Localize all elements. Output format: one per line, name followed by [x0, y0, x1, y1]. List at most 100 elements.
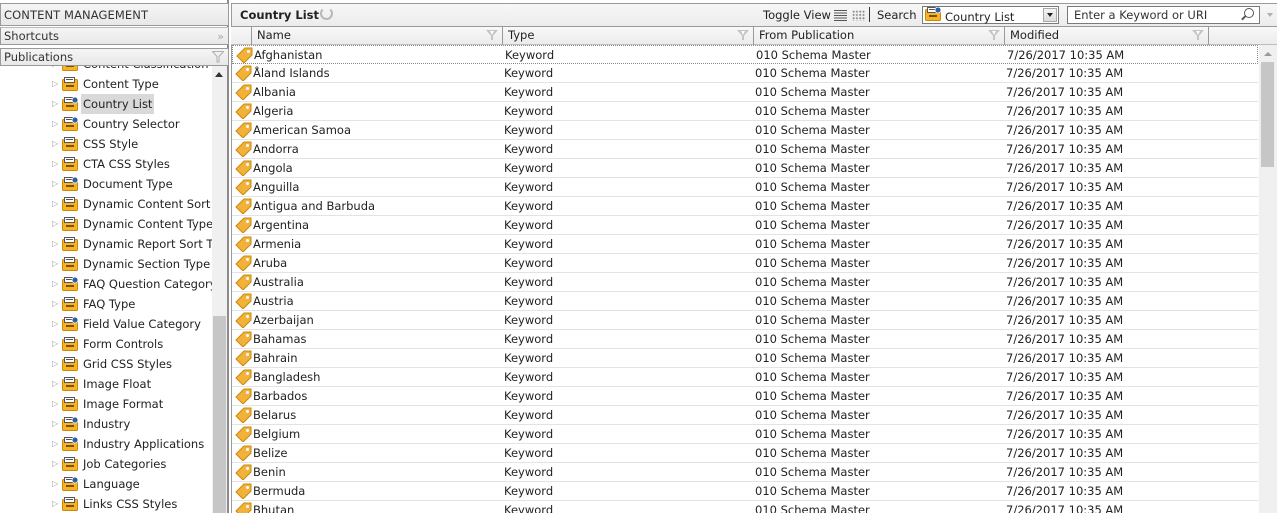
expand-arrow-icon[interactable]: ▷ — [52, 394, 62, 414]
tree-item[interactable]: ▷ Country List — [52, 94, 155, 114]
table-row[interactable]: Andorra Keyword 010 Schema Master 7/26/2017… — [232, 140, 1258, 159]
tree-item[interactable]: ▷ Language — [52, 474, 142, 494]
scroll-up-arrow-icon[interactable] — [1264, 52, 1272, 56]
refresh-icon[interactable] — [320, 7, 333, 20]
tree-item[interactable]: ▷ Links CSS Styles — [52, 494, 179, 513]
table-row[interactable]: Anguilla Keyword 010 Schema Master 7/26/201… — [232, 178, 1258, 197]
table-row[interactable]: Armenia Keyword 010 Schema Master 7/26/2017… — [232, 235, 1258, 254]
expand-arrow-icon[interactable]: ▷ — [52, 354, 62, 374]
tree-item[interactable]: ▷ CSS Style — [52, 134, 140, 154]
filter-icon[interactable] — [211, 51, 225, 63]
search-options-chevron-icon[interactable] — [1267, 13, 1273, 17]
scrollbar-thumb[interactable] — [213, 316, 226, 513]
expand-arrow-icon[interactable]: ▷ — [52, 74, 62, 94]
tree-item[interactable]: ▷ Dynamic Content Type — [52, 214, 212, 234]
chevron-down-icon[interactable] — [1043, 8, 1057, 22]
expand-arrow-icon[interactable]: ▷ — [52, 154, 62, 174]
expand-arrow-icon[interactable]: ▷ — [52, 474, 62, 494]
filter-icon[interactable] — [1192, 30, 1204, 41]
tree-item[interactable]: ▷ Form Controls — [52, 334, 165, 354]
table-row[interactable]: Angola Keyword 010 Schema Master 7/26/2017 … — [232, 159, 1258, 178]
expand-arrow-icon[interactable]: ▷ — [52, 94, 62, 114]
tree-item[interactable]: ▷ Industry — [52, 414, 132, 434]
table-row[interactable]: Belgium Keyword 010 Schema Master 7/26/2017… — [232, 425, 1258, 444]
list-view-icon[interactable] — [834, 10, 847, 21]
table-row[interactable]: Åland Islands Keyword 010 Schema Master 7/2… — [232, 64, 1258, 83]
grid-view-icon[interactable] — [852, 10, 865, 21]
scrollbar-thumb[interactable] — [1261, 62, 1274, 167]
table-row[interactable]: Bahrain Keyword 010 Schema Master 7/26/2017… — [232, 349, 1258, 368]
table-row[interactable]: Australia Keyword 010 Schema Master 7/26/20… — [232, 273, 1258, 292]
table-row[interactable]: Benin Keyword 010 Schema Master 7/26/2017 1… — [232, 463, 1258, 482]
scroll-up-arrow-icon[interactable] — [215, 72, 223, 77]
tree-item[interactable]: ▷ CTA CSS Styles — [52, 154, 172, 174]
table-row[interactable]: Azerbaijan Keyword 010 Schema Master 7/26/2… — [232, 311, 1258, 330]
expand-arrow-icon[interactable]: ▷ — [52, 294, 62, 314]
tree-scrollbar[interactable] — [212, 66, 227, 513]
search-input[interactable] — [1068, 7, 1238, 23]
shortcuts-header[interactable]: Shortcuts » — [0, 27, 229, 45]
tree-item[interactable]: ▷ Image Float — [52, 374, 153, 394]
expand-arrow-icon[interactable]: ▷ — [52, 214, 62, 234]
expand-arrow-icon[interactable]: ▷ — [52, 334, 62, 354]
tree-item[interactable]: ▷ Field Value Category — [52, 314, 203, 334]
tree-item[interactable]: ▷ Grid CSS Styles — [52, 354, 174, 374]
double-chevron-down-icon[interactable]: » — [217, 28, 224, 45]
table-row[interactable]: Bangladesh Keyword 010 Schema Master 7/26/2… — [232, 368, 1258, 387]
expand-arrow-icon[interactable]: ▷ — [52, 174, 62, 194]
table-row[interactable]: Belize Keyword 010 Schema Master 7/26/2017 … — [232, 444, 1258, 463]
tree-item[interactable]: ▷ Content Classification — [52, 66, 210, 74]
expand-arrow-icon[interactable]: ▷ — [52, 234, 62, 254]
expand-arrow-icon[interactable]: ▷ — [52, 434, 62, 454]
tree-item[interactable]: ▷ Dynamic Report Sort Type — [52, 234, 212, 254]
tree-item[interactable]: ▷ Industry Applications — [52, 434, 206, 454]
table-row[interactable]: Bermuda Keyword 010 Schema Master 7/26/2017… — [232, 482, 1258, 501]
filter-icon[interactable] — [988, 30, 1000, 41]
table-row[interactable]: Afghanistan Keyword 010 Schema Master 7/26/… — [232, 45, 1258, 64]
table-row[interactable]: Albania Keyword 010 Schema Master 7/26/2017… — [232, 83, 1258, 102]
tree-item[interactable]: ▷ Image Format — [52, 394, 165, 414]
expand-arrow-icon[interactable]: ▷ — [52, 114, 62, 134]
expand-arrow-icon[interactable]: ▷ — [52, 194, 62, 214]
table-row[interactable]: Barbados Keyword 010 Schema Master 7/26/201… — [232, 387, 1258, 406]
column-header-type[interactable]: Type — [503, 27, 754, 45]
table-row[interactable]: Austria Keyword 010 Schema Master 7/26/2017… — [232, 292, 1258, 311]
expand-arrow-icon[interactable]: ▷ — [52, 134, 62, 154]
expand-arrow-icon[interactable]: ▷ — [52, 314, 62, 334]
tree-item[interactable]: ▷ FAQ Type — [52, 294, 137, 314]
expand-arrow-icon[interactable]: ▷ — [52, 254, 62, 274]
tree-item[interactable]: ▷ FAQ Question Category — [52, 274, 212, 294]
column-header-from-publication[interactable]: From Publication — [754, 27, 1005, 45]
table-row[interactable]: Bahamas Keyword 010 Schema Master 7/26/2017… — [232, 330, 1258, 349]
tree-item[interactable]: ▷ Dynamic Section Type — [52, 254, 212, 274]
column-header-name[interactable]: Name — [252, 27, 503, 45]
expand-arrow-icon[interactable]: ▷ — [52, 494, 62, 513]
expand-arrow-icon[interactable]: ▷ — [52, 274, 62, 294]
table-row[interactable]: Algeria Keyword 010 Schema Master 7/26/2017… — [232, 102, 1258, 121]
search-icon[interactable] — [1244, 8, 1254, 18]
expand-arrow-icon[interactable]: ▷ — [52, 66, 62, 74]
column-header-modified[interactable]: Modified — [1005, 27, 1209, 45]
filter-icon[interactable] — [486, 30, 498, 41]
tree-item[interactable]: ▷ Document Type — [52, 174, 175, 194]
table-row[interactable]: Antigua and Barbuda Keyword 010 Schema Mas… — [232, 197, 1258, 216]
filter-icon[interactable] — [737, 30, 749, 41]
expand-arrow-icon[interactable]: ▷ — [52, 454, 62, 474]
tree-item[interactable]: ▷ Content Type — [52, 74, 161, 94]
table-row[interactable]: American Samoa Keyword 010 Schema Master 7/… — [232, 121, 1258, 140]
tree-item[interactable]: ▷ Country Selector — [52, 114, 182, 134]
tree-item[interactable]: ▷ Job Categories — [52, 454, 168, 474]
table-row[interactable]: Argentina Keyword 010 Schema Master 7/26/20… — [232, 216, 1258, 235]
tree-item-label: Links CSS Styles — [83, 497, 178, 511]
expand-arrow-icon[interactable]: ▷ — [52, 374, 62, 394]
tree-item[interactable]: ▷ Dynamic Content Sort Type — [52, 194, 212, 214]
expand-arrow-icon[interactable]: ▷ — [52, 414, 62, 434]
table-row[interactable]: Bhutan Keyword 010 Schema Master 7/26/2017 … — [232, 501, 1258, 513]
list-scrollbar[interactable] — [1259, 45, 1277, 513]
search-scope-select[interactable]: Country List — [922, 6, 1059, 24]
table-row[interactable]: Aruba Keyword 010 Schema Master 7/26/2017 1… — [232, 254, 1258, 273]
publications-header[interactable]: Publications — [0, 48, 229, 66]
cell-modified: 7/26/2017 10:35 AM — [1006, 313, 1124, 327]
search-box[interactable] — [1067, 6, 1260, 24]
table-row[interactable]: Belarus Keyword 010 Schema Master 7/26/2017… — [232, 406, 1258, 425]
